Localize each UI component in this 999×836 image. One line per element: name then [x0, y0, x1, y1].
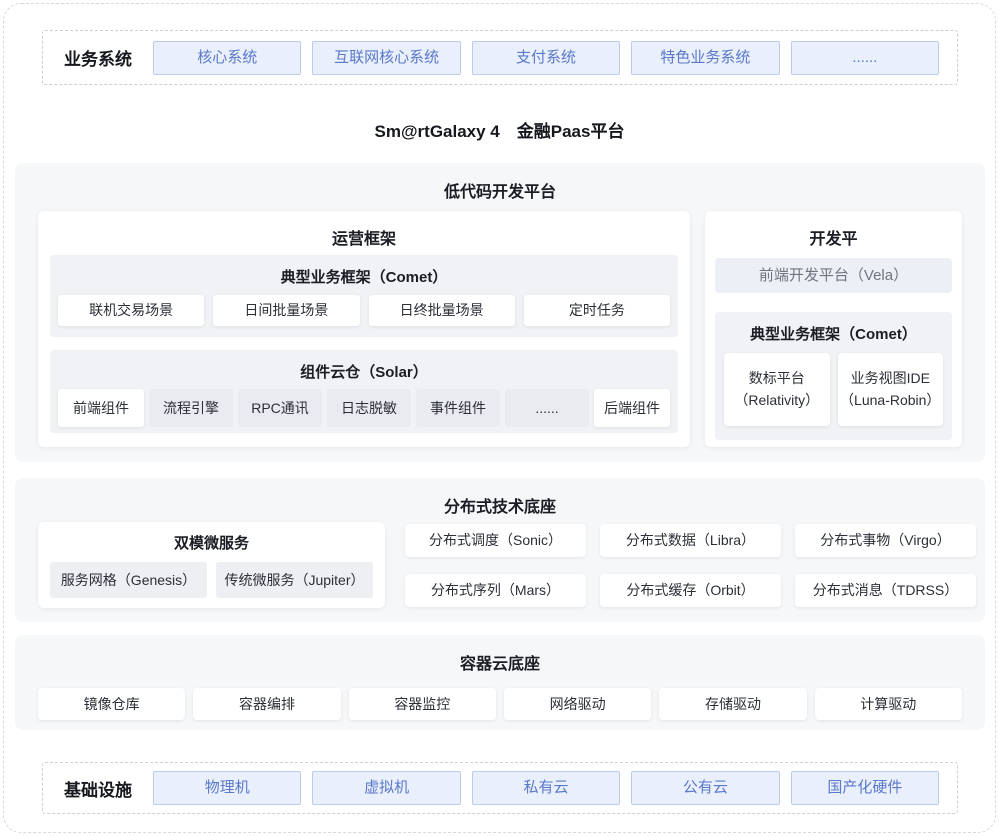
biz-system-item: 特色业务系统 [631, 41, 779, 75]
ops-framework-title: 运营框架 [38, 211, 690, 249]
back-component-box: 后端组件 [594, 389, 670, 427]
infrastructure-label: 基础设施 [64, 776, 142, 801]
distributed-box: 分布式数据（Libra） [600, 524, 781, 557]
business-systems-label: 业务系统 [64, 45, 142, 70]
distributed-box: 分布式缓存（Orbit） [600, 574, 781, 607]
infra-item: 公有云 [631, 771, 779, 805]
container-item: 容器编排 [193, 688, 340, 720]
distributed-box: 分布式消息（TDRSS） [795, 574, 976, 607]
dev-platform-panel: 开发平 前端开发平台（Vela） 典型业务框架（Comet） 数标平台 （Rel… [705, 211, 962, 447]
ops-framework-panel: 运营框架 典型业务框架（Comet） 联机交易场景 日间批量场景 日终批量场景 … [38, 211, 690, 447]
distributed-base-panel: 分布式技术底座 双模微服务 服务网格（Genesis） 传统微服务（Jupite… [15, 478, 985, 622]
distributed-box: 分布式事物（Virgo） [795, 524, 976, 557]
dual-microservice-panel: 双模微服务 服务网格（Genesis） 传统微服务（Jupiter） [38, 522, 385, 608]
infra-item: 私有云 [472, 771, 620, 805]
platform-title: Sm@rtGalaxy 4 金融Paas平台 [0, 117, 999, 142]
solar-chip: 日志脱敏 [327, 389, 411, 427]
comet-item: 定时任务 [524, 295, 670, 326]
container-item: 镜像仓库 [38, 688, 185, 720]
solar-components-title: 组件云仓（Solar） [50, 350, 678, 382]
distributed-base-title: 分布式技术底座 [15, 478, 985, 517]
container-cloud-panel: 容器云底座 镜像仓库 容器编排 容器监控 网络驱动 存储驱动 计算驱动 [15, 635, 985, 730]
solar-components-panel: 组件云仓（Solar） 前端组件 流程引擎 RPC通讯 日志脱敏 事件组件 ..… [50, 350, 678, 433]
card-line: 业务视图IDE [851, 368, 930, 390]
microservice-chip: 服务网格（Genesis） [50, 562, 207, 598]
dev-platform-title: 开发平 [705, 211, 962, 249]
card-line: （Relativity） [734, 390, 819, 412]
lowcode-platform-title: 低代码开发平台 [15, 163, 985, 202]
comet-item: 联机交易场景 [58, 295, 204, 326]
container-item: 容器监控 [349, 688, 496, 720]
biz-system-item: 互联网核心系统 [312, 41, 460, 75]
infrastructure-row: 基础设施 物理机 虚拟机 私有云 公有云 国产化硬件 [42, 762, 958, 814]
comet-cards-title: 典型业务框架（Comet） [715, 312, 952, 344]
front-component-box: 前端组件 [58, 389, 144, 427]
biz-system-item: 支付系统 [472, 41, 620, 75]
dual-microservice-title: 双模微服务 [38, 522, 385, 553]
comet-item: 日终批量场景 [369, 295, 515, 326]
comet-item: 日间批量场景 [213, 295, 359, 326]
platform-card: 业务视图IDE （Luna-Robin） [838, 353, 944, 426]
container-item: 存储驱动 [659, 688, 806, 720]
solar-chip: RPC通讯 [238, 389, 322, 427]
container-item: 网络驱动 [504, 688, 651, 720]
platform-card: 数标平台 （Relativity） [724, 353, 830, 426]
biz-system-item: 核心系统 [153, 41, 301, 75]
comet-cards-panel: 典型业务框架（Comet） 数标平台 （Relativity） 业务视图IDE … [715, 312, 952, 440]
card-line: （Luna-Robin） [840, 390, 940, 412]
distributed-box: 分布式序列（Mars） [405, 574, 586, 607]
distributed-box: 分布式调度（Sonic） [405, 524, 586, 557]
comet-framework-panel: 典型业务框架（Comet） 联机交易场景 日间批量场景 日终批量场景 定时任务 [50, 255, 678, 337]
microservice-chip: 传统微服务（Jupiter） [216, 562, 373, 598]
comet-framework-title: 典型业务框架（Comet） [50, 255, 678, 287]
biz-system-item: ...... [791, 41, 939, 75]
container-item: 计算驱动 [815, 688, 962, 720]
solar-chip: 事件组件 [416, 389, 500, 427]
infra-item: 物理机 [153, 771, 301, 805]
solar-chip: ...... [505, 389, 589, 427]
container-cloud-title: 容器云底座 [15, 635, 985, 674]
lowcode-platform-panel: 低代码开发平台 运营框架 典型业务框架（Comet） 联机交易场景 日间批量场景… [15, 163, 985, 462]
infra-item: 国产化硬件 [791, 771, 939, 805]
infra-item: 虚拟机 [312, 771, 460, 805]
solar-chip: 流程引擎 [149, 389, 233, 427]
vela-frontend-platform-chip: 前端开发平台（Vela） [715, 258, 952, 293]
card-line: 数标平台 [749, 368, 805, 390]
business-systems-row: 业务系统 核心系统 互联网核心系统 支付系统 特色业务系统 ...... [42, 30, 958, 85]
